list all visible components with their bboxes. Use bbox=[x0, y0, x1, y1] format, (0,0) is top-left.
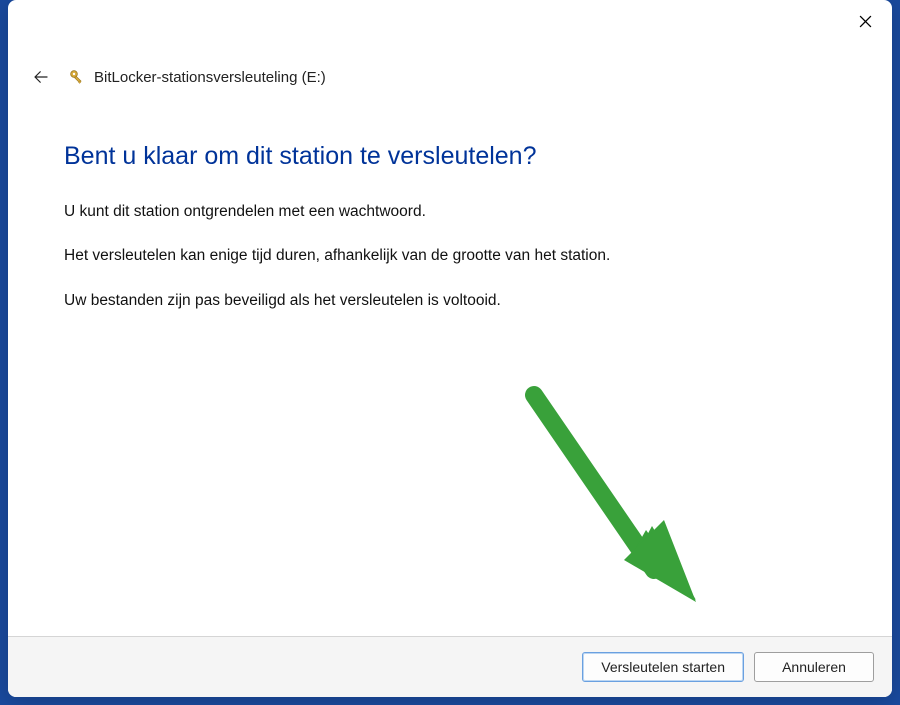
wizard-heading: Bent u klaar om dit station te versleute… bbox=[64, 142, 836, 171]
wizard-header: BitLocker-stationsversleuteling (E:) bbox=[8, 44, 892, 90]
start-encryption-button[interactable]: Versleutelen starten bbox=[582, 652, 744, 682]
info-paragraph-1: U kunt dit station ontgrendelen met een … bbox=[64, 201, 836, 223]
annotation-arrow-icon bbox=[514, 380, 704, 610]
bitlocker-wizard-window: BitLocker-stationsversleuteling (E:) Ben… bbox=[8, 0, 892, 697]
wizard-title: BitLocker-stationsversleuteling (E:) bbox=[94, 69, 326, 86]
bitlocker-key-icon bbox=[68, 68, 86, 86]
close-button[interactable] bbox=[844, 6, 886, 36]
wizard-content: Bent u klaar om dit station te versleute… bbox=[8, 90, 892, 636]
close-icon bbox=[859, 15, 872, 28]
cancel-button[interactable]: Annuleren bbox=[754, 652, 874, 682]
back-button[interactable] bbox=[28, 64, 54, 90]
wizard-footer: Versleutelen starten Annuleren bbox=[8, 636, 892, 697]
info-paragraph-2: Het versleutelen kan enige tijd duren, a… bbox=[64, 245, 836, 267]
back-arrow-icon bbox=[32, 68, 50, 86]
titlebar bbox=[8, 0, 892, 44]
wizard-title-group: BitLocker-stationsversleuteling (E:) bbox=[68, 68, 326, 86]
info-paragraph-3: Uw bestanden zijn pas beveiligd als het … bbox=[64, 290, 836, 312]
